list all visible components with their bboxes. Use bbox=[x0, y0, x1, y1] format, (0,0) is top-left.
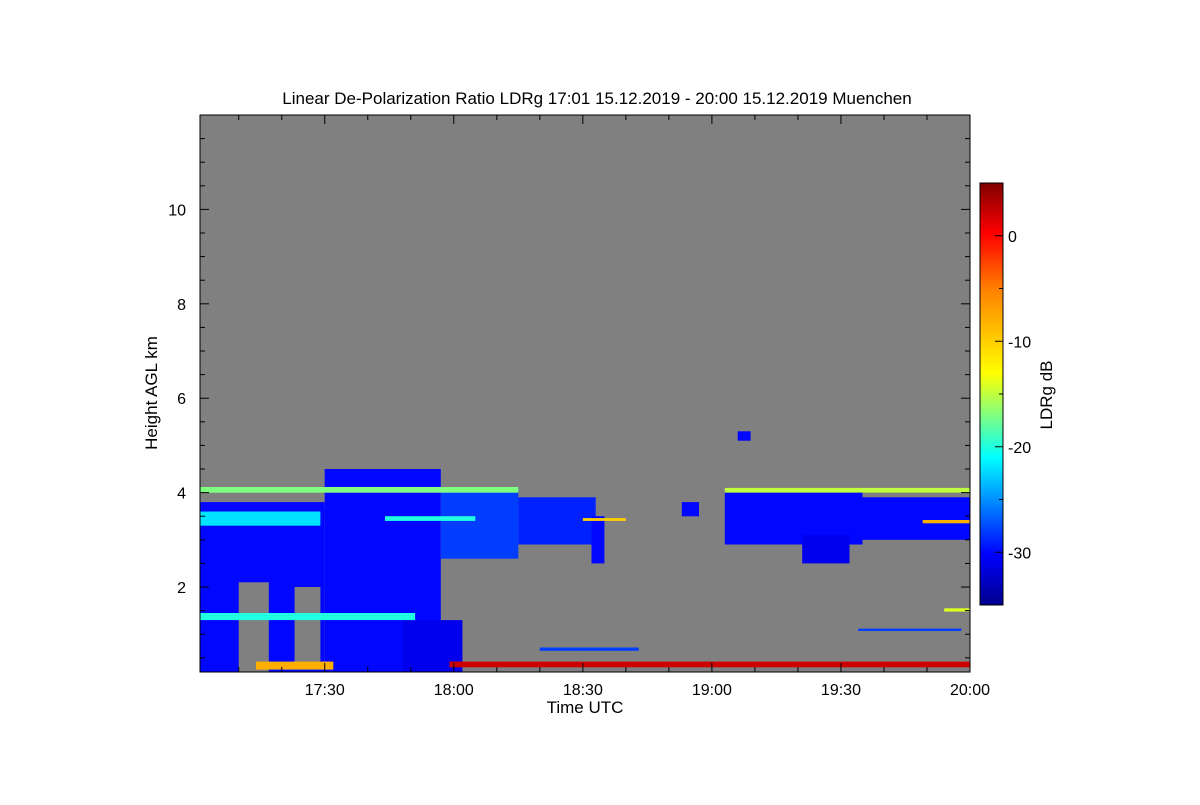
chart-svg: Linear De-Polarization Ratio LDRg 17:01 … bbox=[142, 89, 1056, 717]
x-tick-label: 19:00 bbox=[692, 682, 732, 699]
colorbar-tick-label: -10 bbox=[1008, 334, 1031, 351]
y-tick-label: 6 bbox=[177, 391, 186, 408]
y-tick-label: 4 bbox=[177, 486, 186, 503]
x-tick-label: 18:00 bbox=[434, 682, 474, 699]
ldr-region-5 bbox=[440, 487, 519, 559]
ldr-region-19 bbox=[858, 628, 962, 631]
x-tick-label: 19:30 bbox=[821, 682, 861, 699]
chart-title: Linear De-Polarization Ratio LDRg 17:01 … bbox=[282, 89, 911, 108]
colorbar-label: LDRg dB bbox=[1037, 361, 1056, 430]
ldr-region-16 bbox=[449, 661, 970, 668]
ldr-region-14 bbox=[200, 487, 519, 493]
x-tick-label: 20:00 bbox=[950, 682, 990, 699]
ldr-time-height-chart: Linear De-Polarization Ratio LDRg 17:01 … bbox=[0, 0, 1200, 800]
ldr-region-21 bbox=[200, 511, 321, 526]
ldr-region-17 bbox=[255, 661, 334, 670]
y-tick-label: 2 bbox=[177, 580, 186, 597]
ldr-region-10 bbox=[802, 535, 850, 564]
y-tick-label: 8 bbox=[177, 297, 186, 314]
y-tick-label: 10 bbox=[168, 202, 186, 219]
ldr-region-2 bbox=[294, 587, 321, 668]
colorbar-tick-label: -20 bbox=[1008, 440, 1031, 457]
ldr-region-18 bbox=[539, 647, 639, 651]
x-tick-label: 18:30 bbox=[563, 682, 603, 699]
ldr-region-23 bbox=[582, 518, 626, 521]
ldr-region-7 bbox=[591, 516, 605, 564]
ldr-region-22 bbox=[385, 516, 476, 521]
y-axis-label: Height AGL km bbox=[142, 336, 161, 450]
x-axis-label: Time UTC bbox=[547, 698, 624, 717]
ldr-region-6 bbox=[518, 497, 596, 545]
colorbar-tick-label: -30 bbox=[1008, 545, 1031, 562]
ldr-region-1 bbox=[238, 582, 269, 672]
colorbar-tick-label: 0 bbox=[1008, 229, 1017, 246]
ldr-region-9 bbox=[828, 497, 970, 540]
ldr-region-12 bbox=[737, 431, 751, 441]
ldr-region-13 bbox=[200, 613, 416, 621]
ldr-region-15 bbox=[724, 487, 970, 493]
ldr-region-24 bbox=[922, 520, 970, 524]
x-tick-label: 17:30 bbox=[305, 682, 345, 699]
ldr-region-11 bbox=[681, 502, 699, 517]
